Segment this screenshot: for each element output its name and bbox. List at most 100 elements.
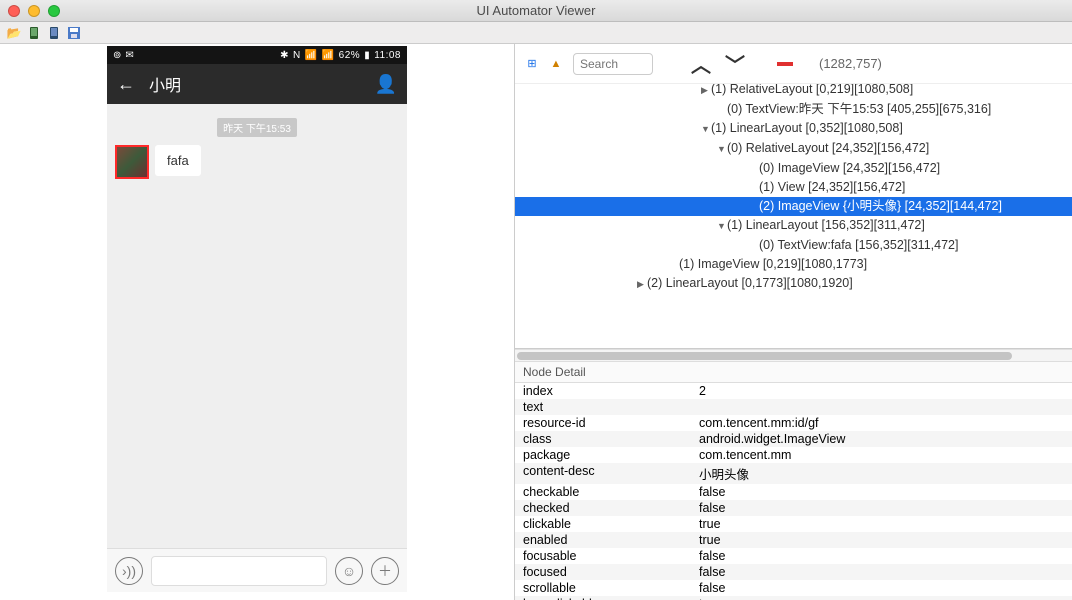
detail-row[interactable]: classandroid.widget.ImageView (515, 431, 1072, 447)
tree-node[interactable]: ▼(1) LinearLayout [0,352][1080,508] (515, 119, 1072, 139)
battery-text: 62% (339, 50, 361, 61)
detail-value: false (691, 580, 1072, 596)
detail-row[interactable]: clickabletrue (515, 516, 1072, 532)
chat-title: 小明 (149, 72, 375, 96)
remove-icon[interactable] (777, 62, 793, 66)
hierarchy-pane: ⊞ ▲ ︿ ﹀ (1282,757) ▶(1) RelativeLayout [… (515, 44, 1072, 600)
detail-value: true (691, 596, 1072, 600)
detail-key: focusable (515, 548, 691, 564)
device-statusbar: ⊚ ✉ ✱ N 📶 📶 62% ▮ 11:08 (107, 46, 407, 64)
wifi-off-icon: 📶 (305, 50, 318, 61)
save-button[interactable] (66, 25, 82, 41)
detail-value: android.widget.ImageView (691, 431, 1072, 447)
detail-value: false (691, 484, 1072, 500)
chat-timestamp: 昨天 下午15:53 (217, 118, 297, 137)
bluetooth-icon: ✱ (280, 50, 289, 61)
detail-row[interactable]: index2 (515, 383, 1072, 399)
detail-row[interactable]: focusablefalse (515, 548, 1072, 564)
detail-value: 小明头像 (691, 463, 1072, 484)
detail-key: checkable (515, 484, 691, 500)
message-bubble: fafa (155, 145, 201, 176)
device-screenshot[interactable]: ⊚ ✉ ✱ N 📶 📶 62% ▮ 11:08 ← 小明 👤 (107, 46, 407, 592)
window-title: UI Automator Viewer (0, 3, 1072, 18)
detail-row[interactable]: content-desc小明头像 (515, 463, 1072, 484)
voice-button[interactable]: ›)) (115, 557, 143, 585)
plus-button[interactable]: ＋ (371, 557, 399, 585)
detail-value: 2 (691, 383, 1072, 399)
signal-icon: 📶 (322, 50, 335, 61)
detail-row[interactable]: focusedfalse (515, 564, 1072, 580)
hierarchy-tree[interactable]: ▶(1) RelativeLayout [0,219][1080,508](0)… (515, 84, 1072, 349)
detail-row[interactable]: long-clickabletrue (515, 596, 1072, 600)
detail-key: enabled (515, 532, 691, 548)
horizontal-scrollbar[interactable] (515, 349, 1072, 361)
message-row: fafa (115, 145, 399, 179)
battery-icon: ▮ (364, 50, 370, 61)
chat-header: ← 小明 👤 (107, 64, 407, 104)
detail-key: package (515, 447, 691, 463)
detail-key: clickable (515, 516, 691, 532)
detail-value: com.tencent.mm (691, 447, 1072, 463)
detail-value: false (691, 548, 1072, 564)
open-folder-button[interactable]: 📂 (6, 25, 22, 41)
toolbar: 📂 (0, 22, 1072, 44)
detail-row[interactable]: resource-idcom.tencent.mm:id/gf (515, 415, 1072, 431)
device-screenshot-button[interactable] (26, 25, 42, 41)
tree-node[interactable]: (2) ImageView {小明头像} [24,352][144,472] (515, 197, 1072, 216)
tree-node[interactable]: (1) View [24,352][156,472] (515, 178, 1072, 197)
detail-header: Node Detail (515, 361, 1072, 383)
prev-match-button[interactable]: ︿ (689, 52, 713, 76)
detail-value: true (691, 532, 1072, 548)
detail-key: focused (515, 564, 691, 580)
weibo-icon: ⊚ (113, 50, 121, 61)
detail-value (691, 399, 1072, 415)
detail-row[interactable]: packagecom.tencent.mm (515, 447, 1072, 463)
detail-key: text (515, 399, 691, 415)
detail-row[interactable]: scrollablefalse (515, 580, 1072, 596)
chat-body: 昨天 下午15:53 fafa (107, 104, 407, 548)
detail-key: resource-id (515, 415, 691, 431)
detail-row[interactable]: enabledtrue (515, 532, 1072, 548)
tree-node[interactable]: (0) TextView:昨天 下午15:53 [405,255][675,31… (515, 100, 1072, 119)
device-dump-button[interactable] (46, 25, 62, 41)
warning-icon[interactable]: ▲ (549, 57, 563, 71)
tree-node[interactable]: ▶(2) LinearLayout [0,1773][1080,1920] (515, 274, 1072, 294)
detail-key: index (515, 383, 691, 399)
detail-value: com.tencent.mm:id/gf (691, 415, 1072, 431)
detail-value: false (691, 500, 1072, 516)
avatar-selected[interactable] (115, 145, 149, 179)
detail-value: false (691, 564, 1072, 580)
chat-input-bar: ›)) ☺ ＋ (107, 548, 407, 592)
detail-key: content-desc (515, 463, 691, 484)
screenshot-pane: ⊚ ✉ ✱ N 📶 📶 62% ▮ 11:08 ← 小明 👤 (0, 44, 515, 600)
tree-node[interactable]: ▼(1) LinearLayout [156,352][311,472] (515, 216, 1072, 236)
detail-key: checked (515, 500, 691, 516)
tree-node[interactable]: (0) TextView:fafa [156,352][311,472] (515, 236, 1072, 255)
detail-value: true (691, 516, 1072, 532)
coordinates-label: (1282,757) (819, 56, 882, 71)
message-input[interactable] (151, 556, 327, 586)
detail-row[interactable]: text (515, 399, 1072, 415)
tree-node[interactable]: (1) ImageView [0,219][1080,1773] (515, 255, 1072, 274)
main-split: ⊚ ✉ ✱ N 📶 📶 62% ▮ 11:08 ← 小明 👤 (0, 44, 1072, 600)
titlebar: UI Automator Viewer (0, 0, 1072, 22)
tree-node[interactable]: ▶(1) RelativeLayout [0,219][1080,508] (515, 84, 1072, 100)
expand-all-icon[interactable]: ⊞ (525, 57, 539, 71)
mail-icon: ✉ (125, 50, 133, 61)
back-button[interactable]: ← (117, 74, 135, 95)
time-text: 11:08 (374, 50, 401, 61)
node-detail-table: index2textresource-idcom.tencent.mm:id/g… (515, 383, 1072, 600)
network-icon: N (293, 50, 301, 61)
detail-key: scrollable (515, 580, 691, 596)
detail-row[interactable]: checkablefalse (515, 484, 1072, 500)
tree-node[interactable]: ▼(0) RelativeLayout [24,352][156,472] (515, 139, 1072, 159)
next-match-button[interactable]: ﹀ (723, 52, 747, 76)
detail-row[interactable]: checkedfalse (515, 500, 1072, 516)
emoji-button[interactable]: ☺ (335, 557, 363, 585)
search-toolbar: ⊞ ▲ ︿ ﹀ (1282,757) (515, 44, 1072, 84)
search-input[interactable] (573, 53, 653, 75)
tree-node[interactable]: (0) ImageView [24,352][156,472] (515, 159, 1072, 178)
profile-icon[interactable]: 👤 (375, 74, 397, 95)
detail-key: long-clickable (515, 596, 691, 600)
detail-key: class (515, 431, 691, 447)
